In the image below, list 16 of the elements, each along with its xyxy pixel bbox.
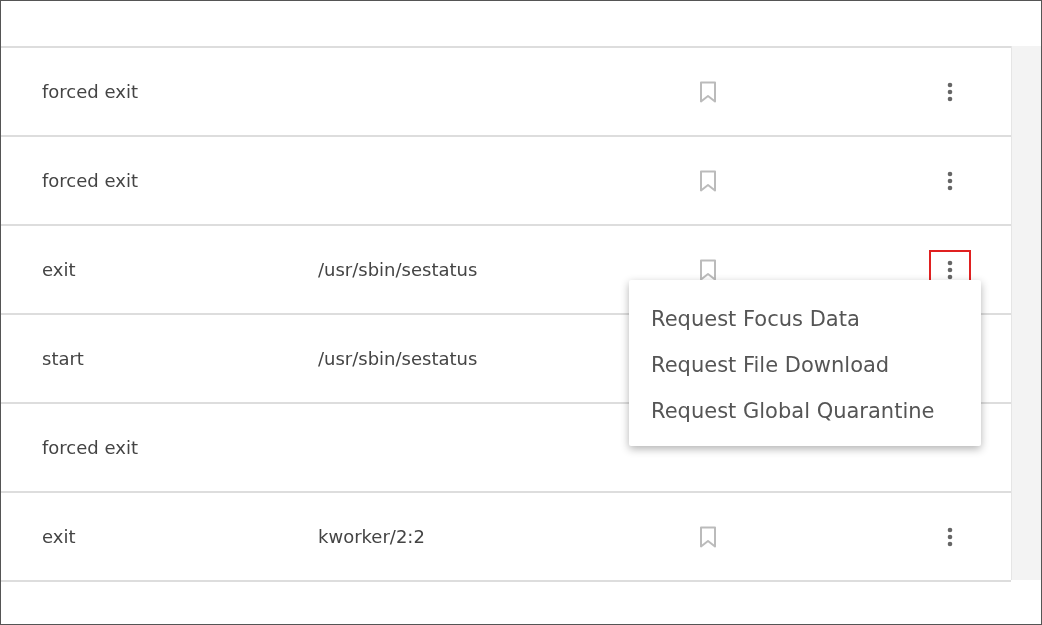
table-cell: kworker/2:2 [318,526,425,547]
table-cell-text: forced exit [42,437,139,458]
menu-item[interactable]: Request Focus Data [629,295,981,342]
vertical-dots-icon [947,526,953,547]
vertical-dots-icon [947,81,953,102]
table-cell: /usr/sbin/sestatus [318,348,478,369]
vertical-dots-icon [947,170,953,191]
table-cell-text: forced exit [42,81,139,102]
menu-item[interactable]: Request File Download [629,341,981,388]
table-cell-text: start [42,348,85,369]
menu-item[interactable]: Request Global Quarantine [629,387,981,434]
table-cell: /usr/sbin/sestatus [318,259,478,280]
vertical-dots-icon [947,259,953,280]
table-cell-text: exit [42,526,77,547]
table-cell-text: exit [42,259,77,280]
table-cell-text: forced exit [42,170,139,191]
